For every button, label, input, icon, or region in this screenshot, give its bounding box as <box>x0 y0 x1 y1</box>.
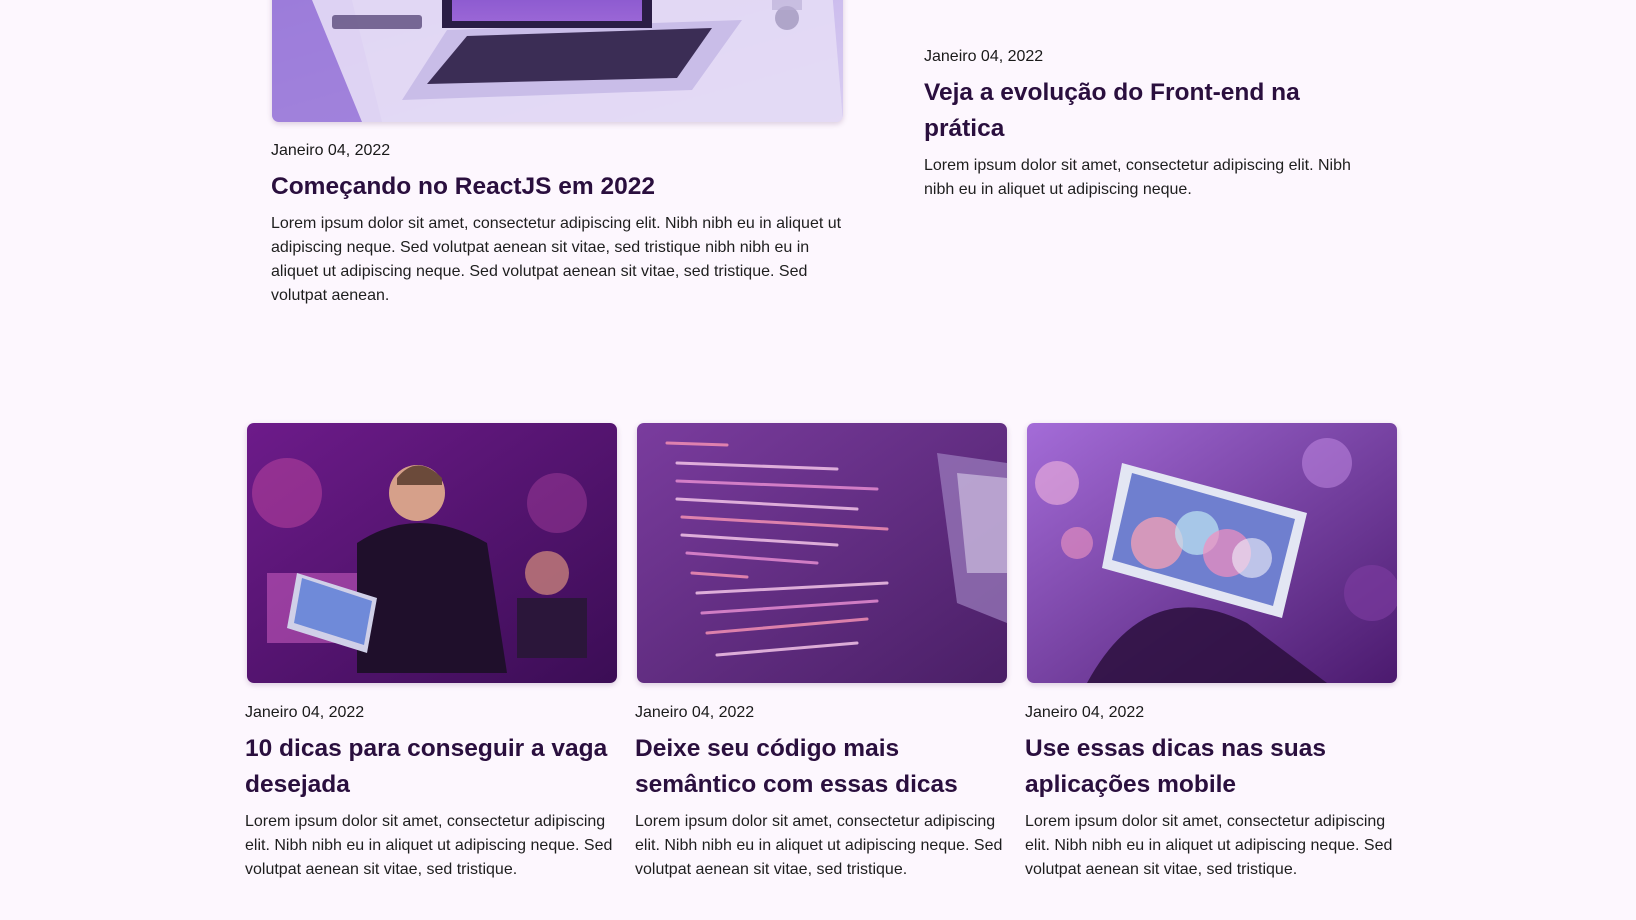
post-title[interactable]: 10 dicas para conseguir a vaga desejada <box>245 731 620 803</box>
post-date: Janeiro 04, 2022 <box>271 142 391 159</box>
post-excerpt: Lorem ipsum dolor sit amet, consectetur … <box>271 215 842 304</box>
post-date: Janeiro 04, 2022 <box>924 48 1044 65</box>
post-excerpt: Lorem ipsum dolor sit amet, consectetur … <box>245 813 613 878</box>
post-date: Janeiro 04, 2022 <box>635 704 755 721</box>
post-excerpt: Lorem ipsum dolor sit amet, consectetur … <box>635 813 1003 878</box>
post-excerpt: Lorem ipsum dolor sit amet, consectetur … <box>924 157 1351 198</box>
person-laptop-image[interactable] <box>247 423 617 683</box>
post-excerpt: Lorem ipsum dolor sit amet, consectetur … <box>1025 813 1393 878</box>
post-title[interactable]: Começando no ReactJS em 2022 <box>271 169 851 205</box>
post-title[interactable]: Deixe seu código mais semântico com essa… <box>635 731 1010 803</box>
post-title[interactable]: Veja a evolução do Front-end na prática <box>924 75 1344 147</box>
post-date: Janeiro 04, 2022 <box>1025 704 1145 721</box>
code-screen-image[interactable] <box>637 423 1007 683</box>
laptop-desk-image[interactable] <box>272 0 843 122</box>
post-date: Janeiro 04, 2022 <box>245 704 365 721</box>
smartphone-bokeh-image[interactable] <box>1027 423 1397 683</box>
post-title[interactable]: Use essas dicas nas suas aplicações mobi… <box>1025 731 1400 803</box>
